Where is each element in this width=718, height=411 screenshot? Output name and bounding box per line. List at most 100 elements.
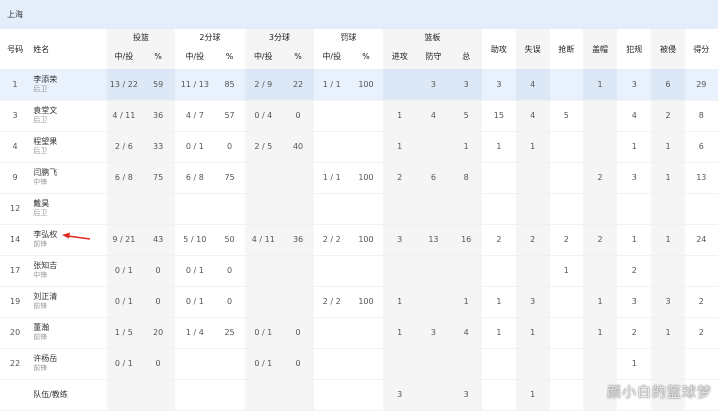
stat-dreb xyxy=(416,286,451,318)
stat-ast xyxy=(482,255,516,287)
stat-ftp xyxy=(349,100,383,132)
player-name[interactable]: 刘正清 xyxy=(33,292,107,302)
stat-treb: 3 xyxy=(450,379,483,411)
player-name[interactable]: 张知吉 xyxy=(33,261,107,271)
stat-blk xyxy=(582,193,618,225)
stat-threep xyxy=(281,162,315,194)
stat-oreb: 1 xyxy=(382,286,417,318)
stat-ft xyxy=(314,317,350,349)
stat-blk xyxy=(582,348,618,380)
stat-tov xyxy=(515,255,550,287)
stat-fd xyxy=(651,255,685,287)
stat-treb: 3 xyxy=(450,69,483,101)
stat-no: 19 xyxy=(0,286,31,318)
stat-twop xyxy=(214,348,245,380)
stat-two: 5 / 10 xyxy=(175,224,215,256)
stat-dreb: 6 xyxy=(416,162,451,194)
stat-pf: 2 xyxy=(617,255,652,287)
table-row: 22 许杨岳 前锋 0 / 100 / 101 xyxy=(0,348,718,380)
player-name[interactable]: 许杨岳 xyxy=(33,354,107,364)
stat-fg: 6 / 8 xyxy=(106,162,141,194)
stat-stl xyxy=(549,379,583,411)
stat-ft xyxy=(314,379,350,411)
stat-pts: 13 xyxy=(684,162,718,194)
stat-ft xyxy=(314,348,350,380)
stat-dreb: 3 xyxy=(416,69,451,101)
stat-no: 20 xyxy=(0,317,31,349)
stat-ftp: 100 xyxy=(349,286,383,318)
stat-treb xyxy=(450,348,483,380)
player-name[interactable]: 队伍/教练 xyxy=(33,390,107,400)
header-fg-pct: % xyxy=(140,43,176,69)
stat-dreb xyxy=(416,193,451,225)
stat-three xyxy=(244,286,282,318)
header-stl: 抢断 xyxy=(558,44,575,54)
stat-two: 0 / 1 xyxy=(175,286,215,318)
table-row: 20 董瀚 前锋 1 / 5 20 1 / 4 25 0 / 10134111212 xyxy=(0,317,718,349)
stat-two xyxy=(175,193,215,225)
stat-fgp: 43 xyxy=(140,224,176,256)
stat-oreb: 1 xyxy=(382,100,417,132)
header-dreb: 防守 xyxy=(416,43,451,69)
stat-three: 2 / 5 xyxy=(244,131,282,163)
stat-treb xyxy=(450,193,483,225)
player-name[interactable]: 袁堂文 xyxy=(33,106,107,116)
stat-threep: 22 xyxy=(281,69,315,101)
table-row: 14 李弘权 前锋 9 / 21 43 5 / 10 50 4 / 11 36 2 / 2 100 3… xyxy=(0,224,718,256)
stat-ft xyxy=(314,100,350,132)
stat-fgp: 75 xyxy=(140,162,176,194)
stat-oreb xyxy=(382,69,417,101)
stat-threep xyxy=(281,255,315,287)
stat-ast: 15 xyxy=(482,100,516,132)
stat-stl xyxy=(549,317,583,349)
stat-threep: 40 xyxy=(281,131,315,163)
stat-two: 1 / 4 xyxy=(175,317,215,349)
stat-ft: 1 / 1 xyxy=(314,162,350,194)
stat-ftp: 100 xyxy=(349,69,383,101)
stat-oreb: 1 xyxy=(382,317,417,349)
stat-twop: 25 xyxy=(214,317,245,349)
stat-oreb: 2 xyxy=(382,162,417,194)
stat-fg: 9 / 21 xyxy=(106,224,141,256)
header-two-pct: % xyxy=(225,51,234,61)
stat-fgp: 20 xyxy=(140,317,176,349)
stat-blk: 2 xyxy=(582,224,618,256)
stat-fd: 6 xyxy=(651,69,685,101)
stat-treb: 8 xyxy=(450,162,483,194)
player-name[interactable]: 戴昊 xyxy=(33,199,107,209)
stat-blk: 2 xyxy=(582,162,618,194)
stat-fd xyxy=(651,193,685,225)
stat-threep: 0 xyxy=(281,348,315,380)
stat-blk: 1 xyxy=(582,286,618,318)
stat-stl xyxy=(549,162,583,194)
stat-fg: 0 / 1 xyxy=(106,255,141,287)
player-cell: 董瀚 前锋 xyxy=(30,317,107,349)
stat-pf: 2 xyxy=(617,317,652,349)
stat-fgp: 59 xyxy=(140,69,176,101)
header-name: 姓名 xyxy=(33,44,50,54)
stat-ast xyxy=(482,348,516,380)
stat-stl: 1 xyxy=(549,255,583,287)
stat-treb: 4 xyxy=(450,317,483,349)
stat-ftp xyxy=(349,317,383,349)
player-position: 前锋 xyxy=(33,364,48,372)
stat-tov: 4 xyxy=(515,100,550,132)
player-cell: 队伍/教练 xyxy=(30,379,107,411)
player-name[interactable]: 闫鹏飞 xyxy=(33,168,107,178)
stat-no: 12 xyxy=(0,193,31,225)
player-name[interactable]: 董瀚 xyxy=(33,323,107,333)
stat-dreb: 13 xyxy=(416,224,451,256)
stat-ft: 2 / 2 xyxy=(314,286,350,318)
player-name[interactable]: 程望果 xyxy=(33,137,107,147)
table-row: 4 程望果 后卫 2 / 6 33 0 / 102 / 5 40 1 1 1 1 1 1 6 xyxy=(0,131,718,163)
table-row: 3 袁堂文 后卫 4 / 11 36 4 / 7 57 0 / 4 0 1 4 5 15 4 5 4 2 8 xyxy=(0,100,718,132)
stat-treb: 16 xyxy=(450,224,483,256)
header-ast: 助攻 xyxy=(490,44,507,54)
player-name[interactable]: 李添荣 xyxy=(33,75,107,85)
stat-blk xyxy=(582,131,618,163)
stat-stl: 5 xyxy=(549,100,583,132)
stat-blk xyxy=(582,100,618,132)
stat-pf: 4 xyxy=(617,100,652,132)
stat-ftp xyxy=(349,348,383,380)
stat-fd: 1 xyxy=(651,317,685,349)
